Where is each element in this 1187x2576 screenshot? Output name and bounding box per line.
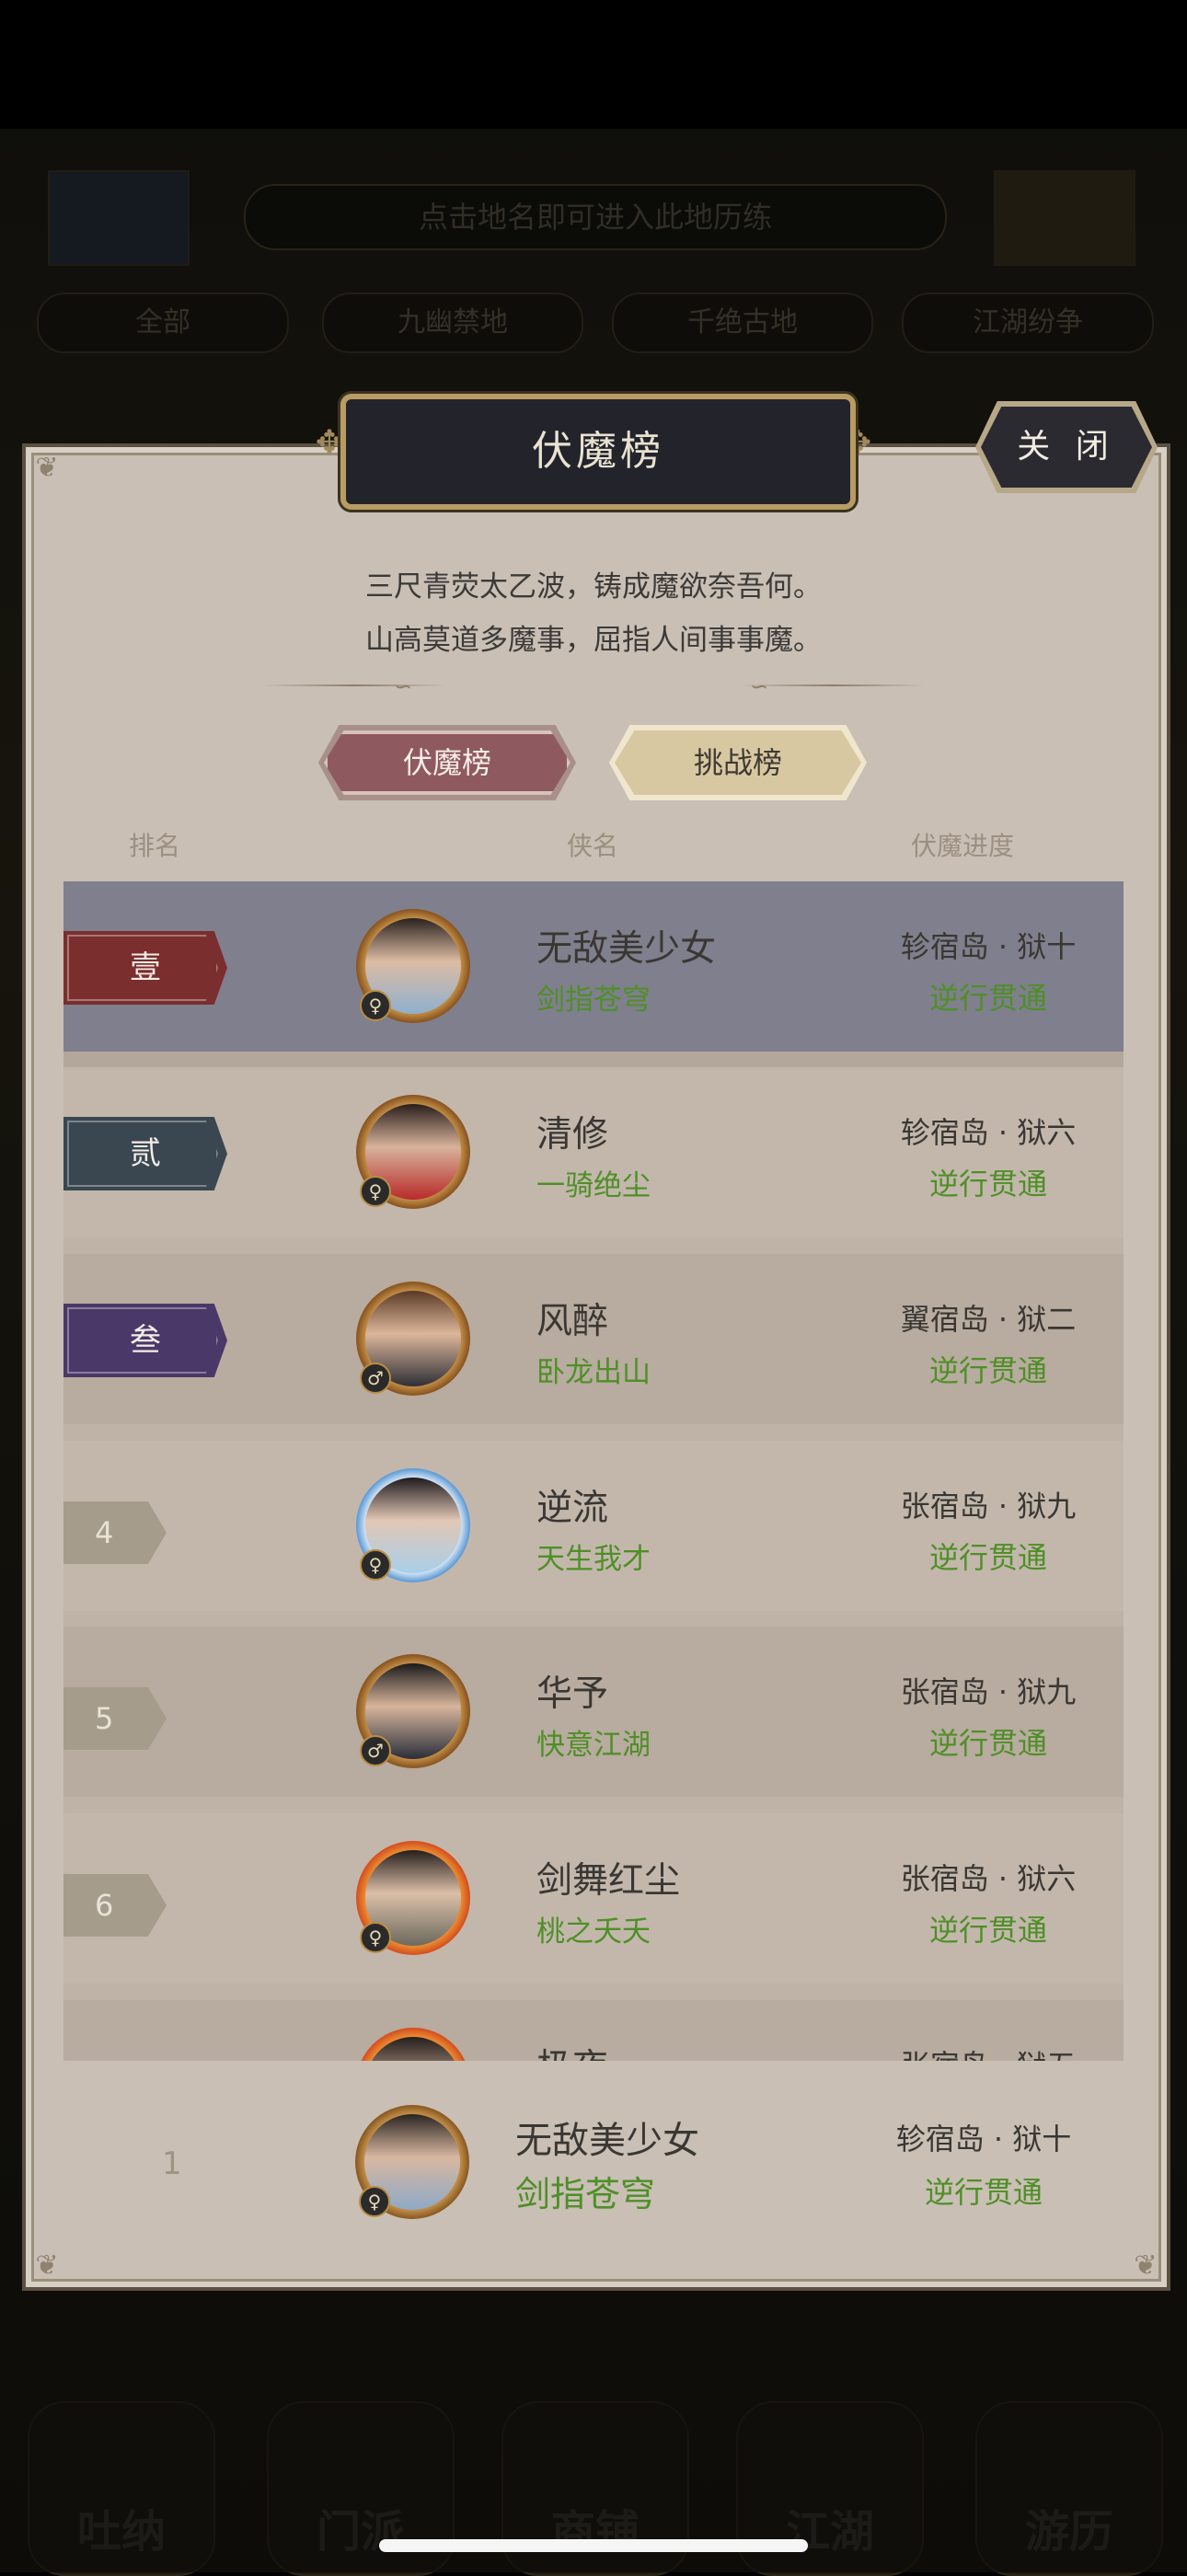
female-icon: ♀: [360, 990, 391, 1021]
male-icon: ♂: [360, 1363, 391, 1394]
my-location: 轸宿岛 · 狱十: [895, 2122, 1072, 2156]
rank-label: 贰: [130, 1135, 161, 1172]
player-sect: 天生我才: [536, 1543, 651, 1576]
player-sect: 剑指苍穹: [536, 983, 651, 1017]
player-status: 逆行贯通: [928, 1726, 1047, 1761]
player-avatar[interactable]: ♀: [345, 2020, 483, 2061]
male-icon: ♂: [360, 1735, 391, 1766]
my-name: 无敌美少女: [515, 2120, 699, 2162]
rank-label: 5: [63, 1687, 167, 1750]
row-separator: [63, 1984, 1124, 2000]
column-header-rank: 排名: [129, 831, 181, 861]
my-avatar[interactable]: ♀: [344, 2098, 482, 2226]
player-avatar[interactable]: ♀: [345, 902, 483, 1030]
rank-label: 6: [63, 1874, 167, 1937]
row-separator: [63, 1424, 1124, 1441]
dialog-title: 伏魔榜: [340, 394, 856, 510]
rank-badge: 壹: [63, 931, 227, 1005]
home-indicator[interactable]: [379, 2539, 808, 2552]
player-avatar[interactable]: ♀: [345, 1461, 483, 1590]
ranking-row[interactable]: 7♀极夜张宿岛 · 狱五: [63, 2000, 1124, 2061]
row-separator: [63, 1797, 1124, 1813]
rank-label: 壹: [130, 949, 161, 986]
row-separator: [63, 1052, 1124, 1068]
rank-badge: 贰: [63, 1117, 227, 1190]
player-name: 无敌美少女: [536, 928, 717, 970]
column-header-name: 侠名: [567, 831, 619, 861]
player-sect: 桃之夭夭: [536, 1915, 651, 1949]
column-header-progress: 伏魔进度: [911, 831, 1015, 861]
ranking-row[interactable]: 叁 ♂ 风醉卧龙出山 翼宿岛 · 狱二 逆行贯通: [63, 1254, 1124, 1424]
ranking-list[interactable]: 壹 ♀ 无敌美少女 剑指苍穹 轸宿岛 · 狱十 逆行贯通贰 ♀ 清修 一骑绝尘 轸宿岛 · 狱六逆…: [63, 881, 1124, 2061]
player-status: 逆行贯通: [928, 1540, 1047, 1575]
rank-label: 叁: [130, 1322, 161, 1359]
player-sect: 一骑绝尘: [536, 1169, 651, 1202]
female-icon: ♀: [359, 2186, 390, 2217]
female-icon: ♀: [360, 1176, 391, 1207]
player-name: 风醉: [536, 1301, 609, 1342]
player-name: 清修: [536, 1114, 609, 1156]
player-status: 逆行贯通: [928, 1353, 1047, 1388]
divider-ornament-icon: ∽: [394, 673, 413, 699]
player-sect: 卧龙出山: [536, 1356, 651, 1389]
my-ranking-row: 1 ♀ 无敌美少女 剑指苍穹 轸宿岛 · 狱十 逆行贯通: [31, 2061, 1156, 2272]
ranking-row[interactable]: 贰 ♀ 清修一骑绝尘 轸宿岛 · 狱六 逆行贯通: [63, 1067, 1124, 1237]
player-location: 轸宿岛 · 狱十: [900, 929, 1077, 964]
player-location: 轸宿岛 · 狱六: [900, 1115, 1077, 1150]
player-status: 逆行贯通: [928, 1913, 1047, 1948]
player-status: 逆行贯通: [928, 981, 1047, 1016]
player-location: 张宿岛 · 狱九: [900, 1489, 1077, 1524]
player-name: 华予: [536, 1673, 609, 1715]
my-status: 逆行贯通: [924, 2175, 1043, 2210]
row-separator: [63, 1237, 1124, 1254]
tab-fumo[interactable]: 伏魔榜: [324, 730, 570, 795]
player-name: 逆流: [536, 1488, 609, 1529]
poem-line-2: 山高莫道多魔事，屈指人间事事魔。: [365, 624, 822, 657]
ranking-row[interactable]: 壹 ♀ 无敌美少女剑指苍穹 轸宿岛 · 狱十 逆行贯通: [63, 881, 1124, 1052]
player-location: 翼宿岛 · 狱二: [900, 1302, 1077, 1337]
ranking-row[interactable]: 4 ♀ 逆流天生我才 张宿岛 · 狱九 逆行贯通: [63, 1441, 1124, 1611]
player-status: 逆行贯通: [928, 1167, 1047, 1202]
divider-ornament-icon: ∽: [750, 673, 769, 699]
my-sect: 剑指苍穹: [515, 2174, 656, 2214]
player-name: 极夜: [536, 2039, 608, 2061]
female-icon: ♀: [360, 1922, 391, 1953]
player-avatar[interactable]: ♀: [345, 1087, 483, 1216]
player-avatar[interactable]: ♂: [345, 1647, 483, 1776]
female-icon: ♀: [360, 1549, 391, 1581]
close-button[interactable]: 关 闭: [981, 407, 1152, 488]
player-location: 张宿岛 · 狱九: [900, 1674, 1077, 1709]
player-avatar[interactable]: ♂: [345, 1274, 483, 1403]
player-sect: 快意江湖: [536, 1729, 651, 1762]
ranking-row[interactable]: 5 ♂ 华予快意江湖 张宿岛 · 狱九 逆行贯通: [63, 1627, 1124, 1797]
divider-left: [262, 684, 446, 686]
ranking-row[interactable]: 6 ♀ 剑舞红尘桃之夭夭 张宿岛 · 狱六 逆行贯通: [63, 1813, 1124, 1984]
my-rank: 1: [162, 2145, 182, 2182]
player-location: 张宿岛 · 狱五: [864, 2042, 1112, 2061]
player-name: 剑舞红尘: [536, 1860, 681, 1902]
poem-line-1: 三尺青荧太乙波，铸成魔欲奈吾何。: [365, 570, 822, 604]
player-avatar[interactable]: ♀: [345, 1834, 483, 1962]
rank-label: 4: [63, 1501, 167, 1564]
corner-ornament-icon: ❦: [35, 452, 59, 484]
rank-badge: 叁: [63, 1304, 227, 1377]
tab-tiaozhan[interactable]: 挑战榜: [615, 730, 861, 795]
row-separator: [63, 1611, 1124, 1627]
player-location: 张宿岛 · 狱六: [900, 1861, 1077, 1896]
